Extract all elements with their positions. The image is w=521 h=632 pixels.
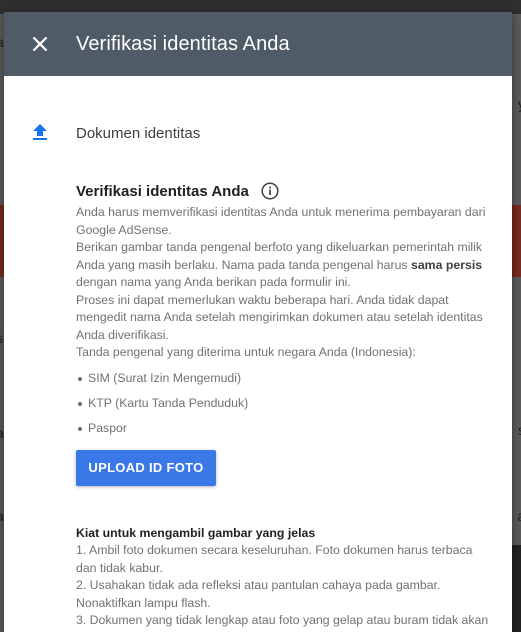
accepted-ids-list: SIM (Surat Izin Mengemudi) KTP (Kartu Ta…	[76, 366, 494, 441]
intro-paragraph: Anda harus memverifikasi identitas Anda …	[76, 205, 486, 237]
accepted-ids-intro: Tanda pengenal yang diterima untuk negar…	[76, 345, 416, 359]
verification-content: Verifikasi identitas Anda Anda harus mem…	[76, 182, 494, 486]
dialog-title: Verifikasi identitas Anda	[76, 32, 290, 55]
close-icon[interactable]	[28, 32, 52, 56]
tip-item: 1. Ambil foto dokumen secara keseluruhan…	[76, 543, 473, 575]
list-item: SIM (Surat Izin Mengemudi)	[76, 366, 494, 391]
background-text-fragment: s	[0, 330, 3, 346]
background-text-fragment: a	[517, 508, 521, 524]
requirement-paragraph: Berikan gambar tanda pengenal berfoto ya…	[76, 239, 494, 292]
section-label: Dokumen identitas	[76, 124, 201, 142]
content-title-row: Verifikasi identitas Anda	[76, 182, 494, 200]
info-icon[interactable]	[261, 182, 279, 200]
tip-item: 3. Dokumen yang tidak lengkap atau foto …	[76, 613, 489, 632]
dialog-header: Verifikasi identitas Anda	[4, 12, 512, 76]
processing-paragraph: Proses ini dapat memerlukan waktu bebera…	[76, 292, 483, 342]
list-item: Paspor	[76, 416, 494, 441]
upload-id-photo-button[interactable]: UPLOAD ID FOTO	[76, 449, 216, 486]
section-header: Dokumen identitas	[32, 124, 200, 142]
requirement-emphasis: sama persis	[410, 257, 483, 272]
content-title: Verifikasi identitas Anda	[76, 182, 249, 200]
list-item: KTP (Kartu Tanda Penduduk)	[76, 391, 494, 416]
tip-item: 2. Usahakan tidak ada refleksi atau pant…	[76, 578, 441, 610]
requirement-text-end: dengan nama yang Anda berikan pada formu…	[76, 275, 351, 289]
photo-tips: Kiat untuk mengambil gambar yang jelas 1…	[76, 524, 494, 632]
upload-icon	[32, 124, 48, 142]
verification-dialog: Verifikasi identitas Anda Dokumen identi…	[4, 12, 512, 632]
tips-title: Kiat untuk mengambil gambar yang jelas	[76, 526, 316, 540]
